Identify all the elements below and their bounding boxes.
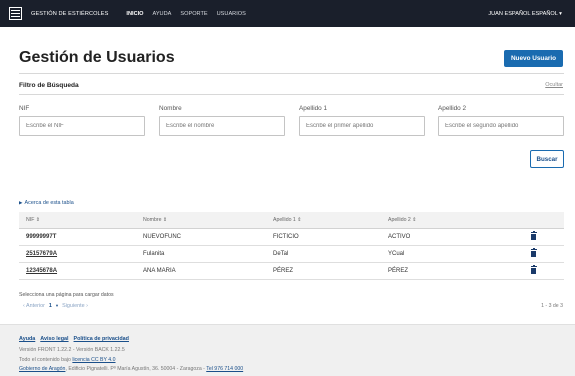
col-nombre[interactable]: Nombre ⇕ xyxy=(136,212,266,229)
version-info: Versión FRONT 1.22.2 - Versión BACK 1.22… xyxy=(19,347,125,353)
prev-page-link[interactable]: ‹ Anterior xyxy=(23,303,45,309)
nav-soporte[interactable]: SOPORTE xyxy=(180,11,207,17)
apellido1-label: Apellido 1 xyxy=(299,105,328,112)
about-table-label: Acerca de esta tabla xyxy=(24,200,74,206)
cell-nombre: NUEVOFUNC xyxy=(136,228,266,246)
nif-label: NIF xyxy=(19,105,30,112)
address-info: Gobierno de Aragón, Edificio Pignatelli.… xyxy=(19,366,243,372)
gobierno-link[interactable]: Gobierno de Aragón xyxy=(19,366,65,372)
page-title: Gestión de Usuarios xyxy=(19,49,175,66)
nif-input[interactable] xyxy=(19,116,145,136)
cell-nif[interactable]: 12345678A xyxy=(19,262,136,280)
nav-usuarios[interactable]: USUARIOS xyxy=(217,11,246,17)
search-button[interactable]: Buscar xyxy=(530,150,564,168)
col-apellido1[interactable]: Apellido 1 ⇕ xyxy=(266,212,381,229)
nav-ayuda[interactable]: AYUDA xyxy=(153,11,172,17)
cell-nif[interactable]: 25157679A xyxy=(19,245,136,263)
pagination: ‹ Anterior 1 ▾ Siguiente › xyxy=(23,303,88,309)
nombre-input[interactable] xyxy=(159,116,285,136)
users-table: NIF ⇕ Nombre ⇕ Apellido 1 ⇕ Apellido 2 ⇕… xyxy=(19,212,564,280)
page-dropdown-icon[interactable]: ▾ xyxy=(56,303,58,309)
col-actions xyxy=(496,212,564,229)
license-prefix: Todo el contenido bajo xyxy=(19,357,73,363)
phone-link[interactable]: Tel 976 714 000 xyxy=(206,366,243,372)
caret-right-icon: ▶ xyxy=(19,200,23,205)
address-text: , Edificio Pignatelli. Pº María Agustín,… xyxy=(65,366,207,372)
table-row: 25157679A Fulanita DeTal YCual xyxy=(19,245,564,263)
logo-icon[interactable] xyxy=(9,7,22,20)
pagination-hint: Selecciona una página para cargar datos xyxy=(19,292,114,298)
cell-apellido2: ACTIVO xyxy=(381,228,496,246)
filter-divider xyxy=(19,94,564,95)
trash-icon[interactable] xyxy=(530,247,537,257)
title-divider xyxy=(19,73,564,74)
table-header-row: NIF ⇕ Nombre ⇕ Apellido 1 ⇕ Apellido 2 ⇕ xyxy=(19,212,564,229)
user-menu[interactable]: JUAN ESPAÑOL ESPAÑOL ▾ xyxy=(488,11,562,17)
cell-apellido1: DeTal xyxy=(266,245,381,263)
cell-apellido2: YCual xyxy=(381,245,496,263)
apellido2-label: Apellido 2 xyxy=(438,105,467,112)
table-row: 12345678A ANA MARIA PÉREZ PÉREZ xyxy=(19,262,564,280)
top-navbar: GESTIÓN DE ESTIÉRCOLES INICIO AYUDA SOPO… xyxy=(0,0,575,27)
apellido1-input[interactable] xyxy=(299,116,425,136)
apellido2-input[interactable] xyxy=(438,116,564,136)
filter-title: Filtro de Búsqueda xyxy=(19,82,79,89)
delete-cell xyxy=(496,262,564,280)
footer-link-ayuda[interactable]: Ayuda xyxy=(19,336,35,342)
main-nav: INICIO AYUDA SOPORTE USUARIOS xyxy=(126,11,245,17)
hide-filter-link[interactable]: Ocultar xyxy=(545,82,563,88)
table-row: 99999997T NUEVOFUNC FICTICIO ACTIVO xyxy=(19,228,564,246)
cell-apellido1: FICTICIO xyxy=(266,228,381,246)
cell-apellido2: PÉREZ xyxy=(381,262,496,280)
footer-links: Ayuda Aviso legal Política de privacidad xyxy=(19,336,129,342)
nombre-label: Nombre xyxy=(159,105,182,112)
cell-nombre: Fulanita xyxy=(136,245,266,263)
delete-cell xyxy=(496,228,564,246)
app-brand[interactable]: GESTIÓN DE ESTIÉRCOLES xyxy=(31,11,108,17)
trash-icon[interactable] xyxy=(530,230,537,240)
current-page[interactable]: 1 xyxy=(49,303,52,309)
new-user-button[interactable]: Nuevo Usuario xyxy=(504,50,563,67)
nav-inicio[interactable]: INICIO xyxy=(126,11,143,17)
cell-apellido1: PÉREZ xyxy=(266,262,381,280)
footer-link-privacidad[interactable]: Política de privacidad xyxy=(74,336,129,342)
col-apellido2[interactable]: Apellido 2 ⇕ xyxy=(381,212,496,229)
license-info: Todo el contenido bajo licencia CC BY 4.… xyxy=(19,357,116,363)
footer: Ayuda Aviso legal Política de privacidad… xyxy=(0,324,575,376)
trash-icon[interactable] xyxy=(530,264,537,274)
cell-nombre: ANA MARIA xyxy=(136,262,266,280)
about-table-toggle[interactable]: ▶ Acerca de esta tabla xyxy=(19,200,74,206)
results-range: 1 - 3 de 3 xyxy=(541,303,563,309)
cell-nif[interactable]: 99999997T xyxy=(19,228,136,246)
delete-cell xyxy=(496,245,564,263)
license-link[interactable]: licencia CC BY 4.0 xyxy=(72,357,115,363)
footer-link-aviso-legal[interactable]: Aviso legal xyxy=(40,336,68,342)
col-nif[interactable]: NIF ⇕ xyxy=(19,212,136,229)
next-page-link[interactable]: Siguiente › xyxy=(62,303,88,309)
